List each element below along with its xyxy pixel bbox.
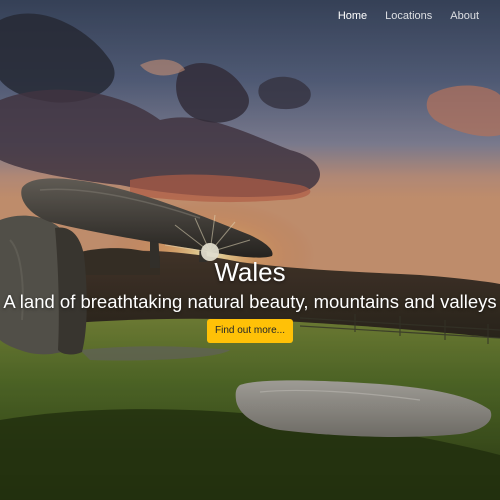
find-out-more-button[interactable]: Find out more...	[206, 319, 294, 343]
hero-background-image	[0, 0, 500, 500]
nav-link-home[interactable]: Home	[329, 0, 376, 32]
hero-content: Wales A land of breathtaking natural bea…	[0, 255, 500, 343]
nav-link-locations[interactable]: Locations	[376, 0, 441, 32]
hero-title: Wales	[214, 257, 286, 287]
hero-subtitle: A land of breathtaking natural beauty, m…	[3, 291, 497, 312]
hero-section: Home Locations About Wales A land of bre…	[0, 0, 500, 500]
main-navbar: Home Locations About	[329, 0, 500, 32]
nav-link-about[interactable]: About	[441, 0, 488, 32]
